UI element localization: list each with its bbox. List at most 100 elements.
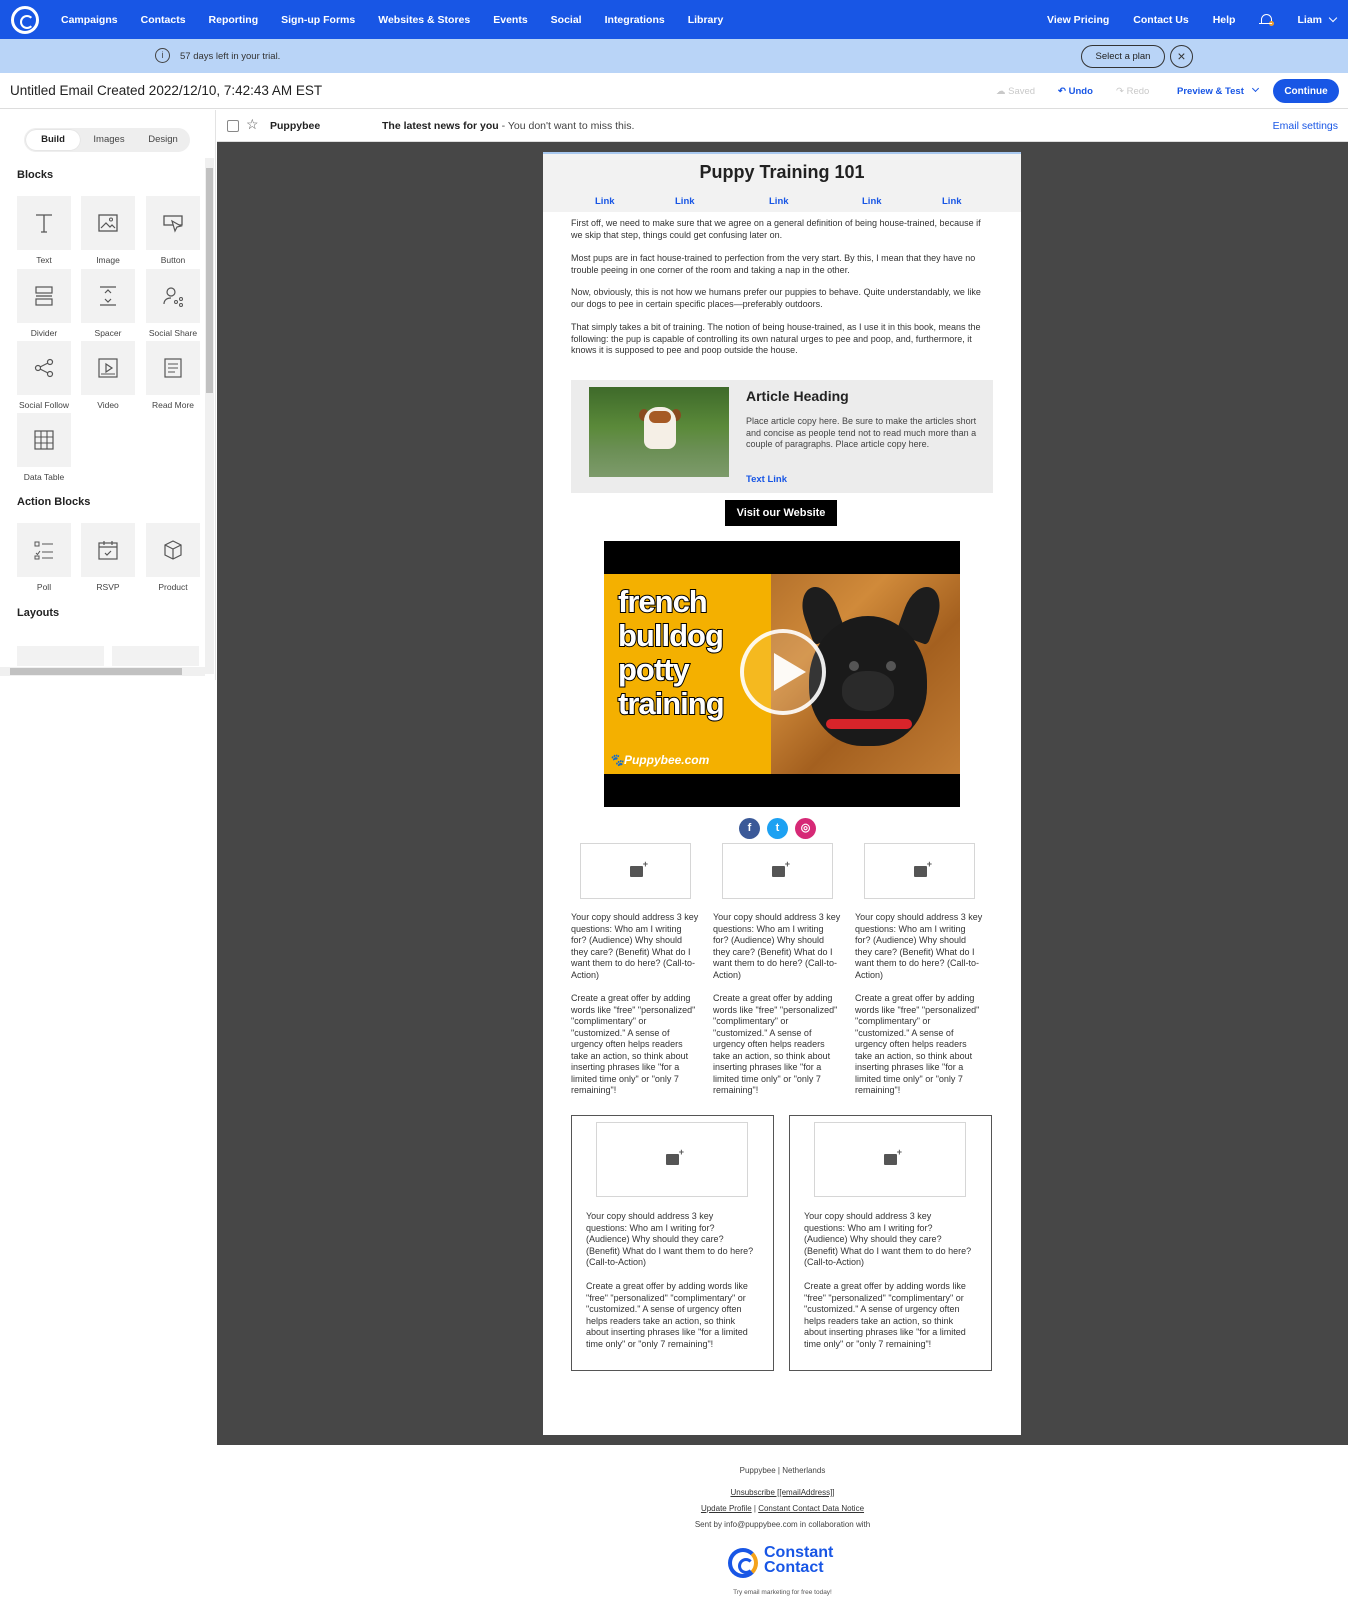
user-menu[interactable]: Liam xyxy=(1297,14,1338,26)
email-title[interactable]: Untitled Email Created 2022/12/10, 7:42:… xyxy=(10,83,322,98)
column-copy[interactable]: Your copy should address 3 key questions… xyxy=(713,912,841,981)
block-data-table[interactable] xyxy=(17,413,71,467)
block-button[interactable] xyxy=(146,196,200,250)
article-text-link[interactable]: Text Link xyxy=(746,474,787,485)
subject-line[interactable]: The latest news for you - You don't want… xyxy=(382,120,634,132)
header-link[interactable]: Link xyxy=(595,196,615,207)
tab-images[interactable]: Images xyxy=(82,128,136,152)
scrollbar-thumb[interactable] xyxy=(206,168,213,393)
redo-button[interactable]: ↷ Redo xyxy=(1116,86,1149,97)
from-name[interactable]: Puppybee xyxy=(270,120,320,132)
nav-contacts[interactable]: Contacts xyxy=(141,14,186,26)
star-icon[interactable]: ☆ xyxy=(246,116,259,133)
block-image[interactable] xyxy=(81,196,135,250)
nav-campaigns[interactable]: Campaigns xyxy=(61,14,118,26)
column-offer[interactable]: Create a great offer by adding words lik… xyxy=(713,993,841,1097)
instagram-icon[interactable]: ◎ xyxy=(795,818,816,839)
column-offer[interactable]: Create a great offer by adding words lik… xyxy=(855,993,983,1097)
block-read-more[interactable] xyxy=(146,341,200,395)
tab-build[interactable]: Build xyxy=(26,130,80,150)
data-notice-link[interactable]: Constant Contact Data Notice xyxy=(758,1504,864,1513)
block-poll[interactable] xyxy=(17,523,71,577)
notification-bell-icon[interactable] xyxy=(1259,13,1275,27)
block-divider[interactable] xyxy=(17,269,71,323)
image-placeholder[interactable] xyxy=(580,843,691,899)
email-settings-link[interactable]: Email settings xyxy=(1273,120,1338,132)
nav-library[interactable]: Library xyxy=(688,14,724,26)
visit-website-button[interactable]: Visit our Website xyxy=(725,500,837,526)
column-offer[interactable]: Create a great offer by adding words lik… xyxy=(571,993,699,1097)
preview-test-button[interactable]: Preview & Test xyxy=(1177,86,1244,97)
logo-wordmark: Constant Contact xyxy=(764,1545,833,1576)
nav-reporting[interactable]: Reporting xyxy=(209,14,259,26)
email-heading[interactable]: Puppy Training 101 xyxy=(543,162,1021,183)
box-copy[interactable]: Your copy should address 3 key questions… xyxy=(586,1211,756,1269)
close-icon[interactable]: × xyxy=(1170,45,1193,68)
image-placeholder[interactable] xyxy=(814,1122,966,1197)
header-link[interactable]: Link xyxy=(862,196,882,207)
video-thumbnail[interactable]: french bulldog potty training 🐾Puppybee.… xyxy=(604,541,960,807)
constant-contact-logo[interactable]: Constant Contact xyxy=(728,1545,838,1585)
email-header[interactable]: Puppy Training 101 Link Link Link Link L… xyxy=(543,152,1021,212)
undo-button[interactable]: ↶ Undo xyxy=(1058,86,1093,97)
block-product[interactable] xyxy=(146,523,200,577)
nav-help[interactable]: Help xyxy=(1213,14,1236,26)
header-link[interactable]: Link xyxy=(769,196,789,207)
image-placeholder[interactable] xyxy=(596,1122,748,1197)
block-social-follow[interactable] xyxy=(17,341,71,395)
column-copy[interactable]: Your copy should address 3 key questions… xyxy=(571,912,699,981)
nav-social[interactable]: Social xyxy=(551,14,582,26)
sidebar-horizontal-scrollbar[interactable] xyxy=(0,667,205,676)
twitter-icon[interactable]: t xyxy=(767,818,788,839)
nav-websites-stores[interactable]: Websites & Stores xyxy=(378,14,470,26)
nav-integrations[interactable]: Integrations xyxy=(605,14,665,26)
layout-thumbnail[interactable] xyxy=(17,646,104,666)
block-rsvp[interactable] xyxy=(81,523,135,577)
select-checkbox[interactable] xyxy=(227,120,239,132)
video-brand: 🐾Puppybee.com xyxy=(609,753,710,767)
email-body: Puppy Training 101 Link Link Link Link L… xyxy=(543,152,1021,1435)
unsubscribe-link[interactable]: Unsubscribe [[emailAddress]] xyxy=(730,1488,834,1497)
continue-button[interactable]: Continue xyxy=(1273,79,1339,103)
chevron-down-icon[interactable] xyxy=(1251,84,1260,93)
image-placeholder[interactable] xyxy=(864,843,975,899)
redo-label: Redo xyxy=(1126,86,1150,97)
header-link[interactable]: Link xyxy=(675,196,695,207)
layout-thumbnail[interactable] xyxy=(112,646,199,666)
article-heading[interactable]: Article Heading xyxy=(746,388,849,404)
select-plan-button[interactable]: Select a plan xyxy=(1081,45,1165,68)
block-text[interactable] xyxy=(17,196,71,250)
puppy-photo[interactable] xyxy=(589,387,729,477)
info-icon: i xyxy=(155,48,170,63)
sidebar-vertical-scrollbar[interactable] xyxy=(205,158,214,674)
body-paragraph[interactable]: Most pups are in fact house-trained to p… xyxy=(571,253,991,276)
facebook-icon[interactable]: f xyxy=(739,818,760,839)
nav-signup-forms[interactable]: Sign-up Forms xyxy=(281,14,355,26)
nav-events[interactable]: Events xyxy=(493,14,527,26)
blocks-title: Blocks xyxy=(17,169,54,181)
header-link[interactable]: Link xyxy=(942,196,962,207)
article-copy[interactable]: Place article copy here. Be sure to make… xyxy=(746,416,981,451)
body-paragraph[interactable]: Now, obviously, this is not how we human… xyxy=(571,287,991,310)
bordered-column[interactable]: Your copy should address 3 key questions… xyxy=(571,1115,774,1371)
video-title-line: bulldog xyxy=(617,618,725,654)
column-copy[interactable]: Your copy should address 3 key questions… xyxy=(855,912,983,981)
tab-design[interactable]: Design xyxy=(136,128,190,152)
block-spacer[interactable] xyxy=(81,269,135,323)
constant-contact-logo-icon[interactable] xyxy=(11,5,39,34)
bordered-column[interactable]: Your copy should address 3 key questions… xyxy=(789,1115,992,1371)
play-icon[interactable] xyxy=(740,629,826,715)
image-placeholder[interactable] xyxy=(722,843,833,899)
scrollbar-thumb[interactable] xyxy=(10,668,182,675)
block-social-share[interactable] xyxy=(146,269,200,323)
box-copy[interactable]: Your copy should address 3 key questions… xyxy=(804,1211,974,1269)
box-offer[interactable]: Create a great offer by adding words lik… xyxy=(586,1281,756,1350)
nav-view-pricing[interactable]: View Pricing xyxy=(1047,14,1109,26)
update-profile-link[interactable]: Update Profile xyxy=(701,1504,752,1513)
nav-contact-us[interactable]: Contact Us xyxy=(1133,14,1188,26)
read-more-article[interactable]: Article Heading Place article copy here.… xyxy=(571,380,993,493)
body-paragraph[interactable]: First off, we need to make sure that we … xyxy=(571,218,991,241)
box-offer[interactable]: Create a great offer by adding words lik… xyxy=(804,1281,974,1350)
block-video[interactable] xyxy=(81,341,135,395)
body-paragraph[interactable]: That simply takes a bit of training. The… xyxy=(571,322,991,357)
